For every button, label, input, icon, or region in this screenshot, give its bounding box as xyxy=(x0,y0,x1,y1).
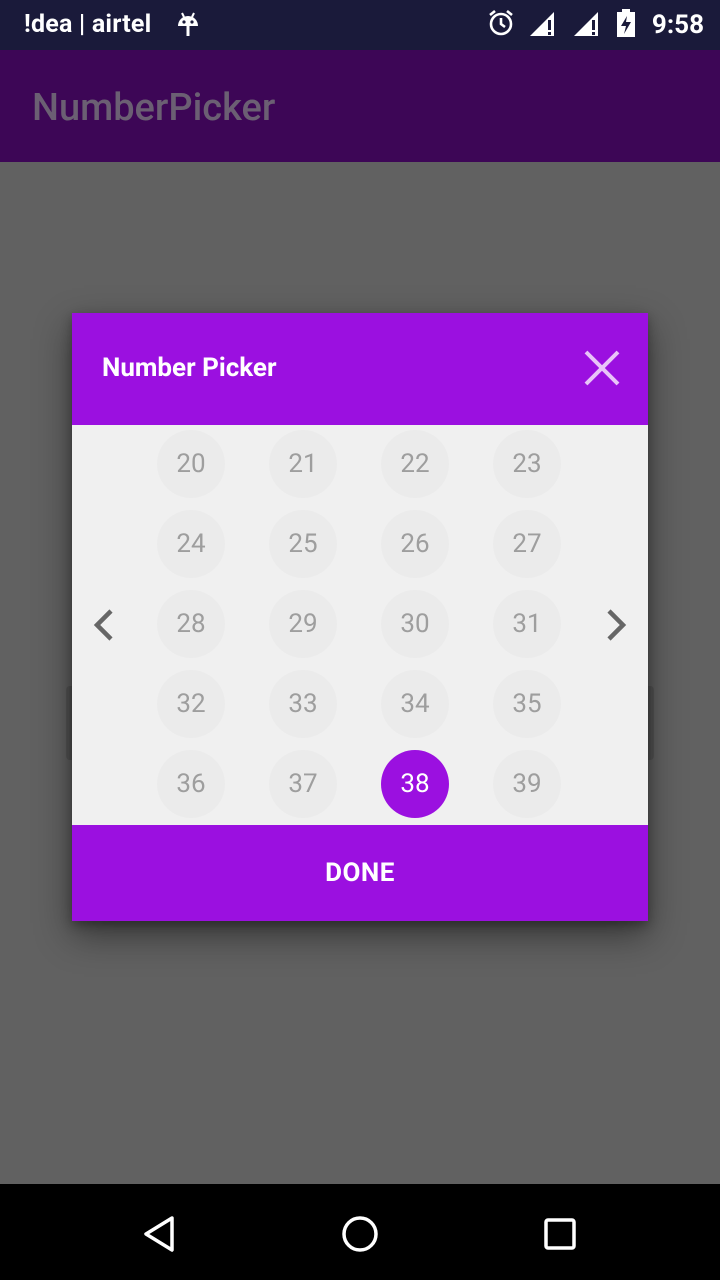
home-button[interactable] xyxy=(332,1206,388,1262)
navigation-bar xyxy=(0,1184,720,1280)
number-cell[interactable]: 33 xyxy=(269,670,337,738)
number-cell[interactable]: 30 xyxy=(381,590,449,658)
android-debug-icon xyxy=(176,10,200,40)
carrier-label: !dea | airtel xyxy=(24,10,152,39)
dialog-title: Number Picker xyxy=(102,353,277,383)
number-cell[interactable]: 24 xyxy=(157,510,225,578)
recents-square-icon xyxy=(544,1218,576,1250)
done-button[interactable]: DONE xyxy=(72,825,648,921)
number-cell[interactable]: 35 xyxy=(493,670,561,738)
number-cell[interactable]: 22 xyxy=(381,430,449,498)
number-grid-area: 20 21 22 23 24 25 26 27 28 29 30 31 32 33 34 35 36 37 38 39 xyxy=(72,425,648,825)
prev-page-button[interactable] xyxy=(84,603,124,647)
close-button[interactable] xyxy=(577,343,627,393)
number-cell[interactable]: 29 xyxy=(269,590,337,658)
back-button[interactable] xyxy=(132,1206,188,1262)
app-bar: NumberPicker xyxy=(0,50,720,162)
clock: 9:58 xyxy=(651,10,704,40)
home-circle-icon xyxy=(342,1216,378,1252)
number-cell[interactable]: 31 xyxy=(493,590,561,658)
status-icons: 9:58 xyxy=(486,8,704,42)
number-grid: 20 21 22 23 24 25 26 27 28 29 30 31 32 33 34 35 36 37 38 39 xyxy=(157,430,609,818)
battery-charging-icon xyxy=(616,8,636,42)
app-title: NumberPicker xyxy=(32,86,276,130)
recents-button[interactable] xyxy=(532,1206,588,1262)
back-triangle-icon xyxy=(144,1216,174,1252)
number-cell[interactable]: 26 xyxy=(381,510,449,578)
number-cell[interactable]: 23 xyxy=(493,430,561,498)
number-cell[interactable]: 28 xyxy=(157,590,225,658)
number-cell-selected[interactable]: 38 xyxy=(381,750,449,818)
number-cell[interactable]: 25 xyxy=(269,510,337,578)
number-cell[interactable]: 27 xyxy=(493,510,561,578)
number-cell[interactable]: 21 xyxy=(269,430,337,498)
close-icon xyxy=(584,350,620,386)
next-page-button[interactable] xyxy=(596,603,636,647)
chevron-left-icon xyxy=(93,609,113,641)
status-bar: !dea | airtel 9:58 xyxy=(0,0,720,50)
number-cell[interactable]: 20 xyxy=(157,430,225,498)
chevron-right-icon xyxy=(607,609,627,641)
number-cell[interactable]: 39 xyxy=(493,750,561,818)
signal-icon-1 xyxy=(528,8,560,42)
dialog-header: Number Picker xyxy=(72,313,648,425)
number-cell[interactable]: 34 xyxy=(381,670,449,738)
signal-icon-2 xyxy=(572,8,604,42)
number-cell[interactable]: 37 xyxy=(269,750,337,818)
number-cell[interactable]: 36 xyxy=(157,750,225,818)
number-picker-dialog: Number Picker 20 21 22 23 24 25 26 27 28 29 30 31 32… xyxy=(72,313,648,921)
number-cell[interactable]: 32 xyxy=(157,670,225,738)
alarm-icon xyxy=(486,8,516,42)
